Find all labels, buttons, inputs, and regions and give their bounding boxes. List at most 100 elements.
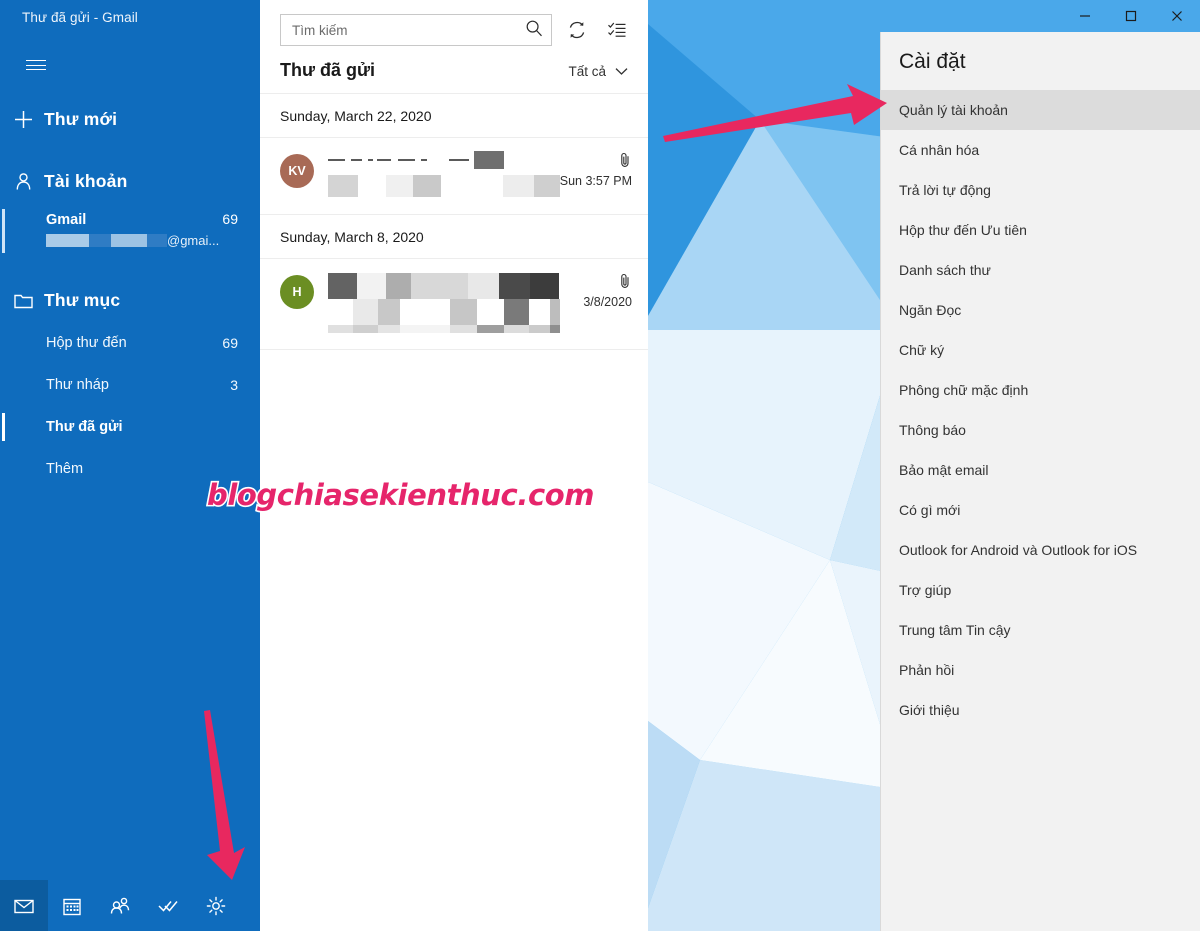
settings-item-help[interactable]: Trợ giúp	[881, 570, 1200, 610]
new-mail-button[interactable]: Thư mới	[0, 97, 260, 141]
folder-label: Hộp thư đến	[46, 335, 127, 351]
settings-item-personalization[interactable]: Cá nhân hóa	[881, 130, 1200, 170]
message-time: 3/8/2020	[583, 295, 632, 309]
redacted-line	[328, 273, 560, 299]
settings-item-label: Giới thiệu	[899, 702, 960, 718]
settings-item-message-list[interactable]: Danh sách thư	[881, 250, 1200, 290]
message-time: Sun 3:57 PM	[559, 174, 632, 188]
message-content-redacted	[314, 273, 561, 333]
close-button[interactable]	[1154, 0, 1200, 32]
folder-item-sent[interactable]: Thư đã gửi	[0, 406, 260, 448]
message-meta: Sun 3:57 PM	[560, 152, 632, 198]
redacted-block	[111, 234, 147, 247]
taskbar-tasks-button[interactable]	[144, 880, 192, 931]
message-list-item[interactable]: KV Sun 3:57 PM	[260, 138, 648, 215]
hamburger-menu-button[interactable]	[14, 47, 58, 83]
settings-item-notifications[interactable]: Thông báo	[881, 410, 1200, 450]
accounts-header[interactable]: Tài khoản	[0, 159, 260, 203]
message-meta: 3/8/2020	[560, 273, 632, 333]
date-group-header: Sunday, March 22, 2020	[260, 94, 648, 138]
settings-item-label: Outlook for Android và Outlook for iOS	[899, 542, 1138, 558]
folder-count: 3	[230, 377, 238, 393]
settings-item-outlook-mobile[interactable]: Outlook for Android và Outlook for iOS	[881, 530, 1200, 570]
watermark: blogchiasekienthuc.com	[205, 476, 596, 513]
gear-icon	[206, 896, 226, 915]
person-icon	[14, 172, 44, 191]
taskbar-settings-button[interactable]	[192, 880, 240, 931]
account-unread-count: 69	[222, 211, 238, 227]
taskbar-people-button[interactable]	[96, 880, 144, 931]
search-input[interactable]: Tìm kiếm	[292, 23, 525, 38]
settings-title: Cài đặt	[899, 50, 966, 73]
folder-item-inbox[interactable]: Hộp thư đến 69	[0, 322, 260, 364]
settings-item-label: Danh sách thư	[899, 262, 991, 278]
settings-item-default-font[interactable]: Phông chữ mặc định	[881, 370, 1200, 410]
settings-item-feedback[interactable]: Phản hồi	[881, 650, 1200, 690]
settings-item-label: Thông báo	[899, 422, 966, 438]
redacted-line	[328, 150, 560, 169]
account-email-suffix: @gmai...	[167, 233, 220, 248]
message-list-pane: Tìm kiếm Thư đã gửi Tất cả Sunday, March…	[260, 0, 648, 931]
settings-item-label: Trợ giúp	[899, 582, 952, 598]
search-icon	[525, 19, 543, 42]
folder-label: Thư đã gửi	[46, 419, 123, 435]
settings-item-label: Hộp thư đến Ưu tiên	[899, 222, 1027, 238]
list-filter-dropdown[interactable]: Tất cả	[568, 64, 628, 79]
date-group-header: Sunday, March 8, 2020	[260, 215, 648, 259]
folder-item-drafts[interactable]: Thư nháp 3	[0, 364, 260, 406]
settings-item-whats-new[interactable]: Có gì mới	[881, 490, 1200, 530]
settings-flyout: Cài đặt Quản lý tài khoản Cá nhân hóa Tr…	[880, 32, 1200, 931]
settings-item-reading-pane[interactable]: Ngăn Đọc	[881, 290, 1200, 330]
maximize-icon	[1125, 10, 1137, 22]
new-mail-label: Thư mới	[44, 108, 118, 129]
chevron-down-icon	[615, 68, 628, 75]
sync-icon	[569, 21, 585, 39]
redacted-block	[147, 234, 167, 247]
list-filter-label: Tất cả	[568, 64, 606, 79]
minimize-button[interactable]	[1062, 0, 1108, 32]
select-mode-button[interactable]	[602, 15, 632, 45]
account-email: @gmai...	[46, 233, 238, 248]
people-icon	[110, 897, 130, 914]
settings-item-label: Bảo mật email	[899, 462, 989, 478]
app-title: Thư đã gửi - Gmail	[22, 10, 138, 25]
refresh-button[interactable]	[562, 15, 592, 45]
message-list-item[interactable]: H 3/8/2020	[260, 259, 648, 350]
settings-item-label: Phông chữ mặc định	[899, 382, 1029, 398]
list-header: Thư đã gửi Tất cả	[260, 46, 648, 94]
settings-item-label: Cá nhân hóa	[899, 142, 980, 158]
message-content-redacted	[314, 150, 560, 198]
redacted-line	[328, 325, 561, 333]
settings-item-trust-center[interactable]: Trung tâm Tin cậy	[881, 610, 1200, 650]
hamburger-icon	[26, 60, 46, 70]
folders-header-label: Thư mục	[44, 289, 121, 310]
folder-count: 69	[222, 335, 238, 351]
close-icon	[1172, 11, 1182, 21]
folder-icon	[14, 292, 44, 309]
settings-item-manage-accounts[interactable]: Quản lý tài khoản	[881, 90, 1200, 130]
settings-item-label: Quản lý tài khoản	[899, 102, 1008, 118]
tasks-check-icon	[158, 900, 178, 912]
paperclip-icon	[621, 273, 629, 288]
settings-item-about[interactable]: Giới thiệu	[881, 690, 1200, 730]
taskbar-calendar-button[interactable]	[48, 880, 96, 931]
folders-header[interactable]: Thư mục	[0, 278, 260, 322]
settings-item-signature[interactable]: Chữ ký	[881, 330, 1200, 370]
search-box[interactable]: Tìm kiếm	[280, 14, 552, 46]
settings-item-automatic-replies[interactable]: Trả lời tự động	[881, 170, 1200, 210]
settings-item-email-security[interactable]: Bảo mật email	[881, 450, 1200, 490]
folder-label: Thư nháp	[46, 377, 109, 393]
avatar-initials: H	[292, 285, 302, 299]
taskbar-mail-button[interactable]	[0, 880, 48, 931]
paperclip-icon	[621, 152, 629, 167]
settings-item-label: Có gì mới	[899, 502, 961, 518]
settings-item-focused-inbox[interactable]: Hộp thư đến Ưu tiên	[881, 210, 1200, 250]
avatar-initials: KV	[288, 164, 306, 178]
minimize-icon	[1080, 15, 1090, 17]
redacted-line	[328, 174, 560, 198]
account-name: Gmail	[46, 212, 87, 228]
account-item-gmail[interactable]: Gmail 69 @gmai...	[0, 205, 260, 258]
list-toolbar: Tìm kiếm	[260, 0, 648, 46]
maximize-button[interactable]	[1108, 0, 1154, 32]
